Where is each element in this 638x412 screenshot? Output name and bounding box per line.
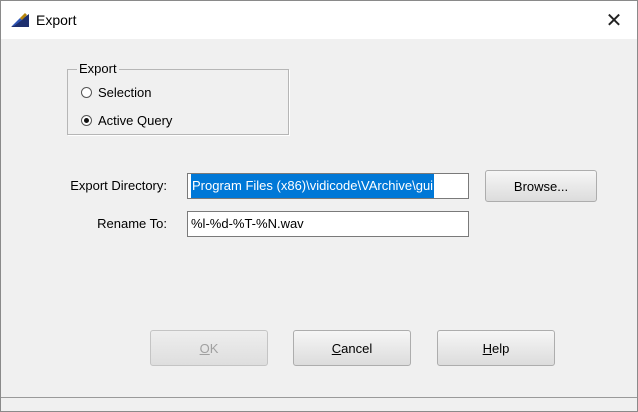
rename-to-label: Rename To: bbox=[97, 216, 167, 231]
rename-to-value: %l-%d-%T-%N.wav bbox=[191, 216, 304, 231]
rename-to-field[interactable]: %l-%d-%T-%N.wav bbox=[187, 211, 469, 237]
export-dialog: Export ✕ Export Selection Active Query E… bbox=[0, 0, 638, 412]
ok-rest: K bbox=[209, 340, 219, 356]
radio-active-query-indicator[interactable] bbox=[81, 115, 92, 126]
close-icon: ✕ bbox=[605, 9, 623, 32]
help-rest: elp bbox=[492, 340, 510, 356]
app-logo-icon bbox=[11, 13, 29, 27]
export-directory-label: Export Directory: bbox=[70, 178, 167, 193]
radio-selection[interactable]: Selection bbox=[81, 85, 151, 100]
help-accel: H bbox=[482, 340, 493, 356]
cancel-button[interactable]: Cancel bbox=[293, 330, 411, 366]
browse-button-label: Browse... bbox=[513, 178, 569, 194]
ok-accel: O bbox=[199, 340, 210, 356]
export-directory-value: Program Files (x86)\vidicode\VArchive\gu… bbox=[191, 174, 435, 198]
cancel-rest: ancel bbox=[341, 340, 373, 356]
help-button[interactable]: Help bbox=[437, 330, 555, 366]
export-directory-field[interactable]: Program Files (x86)\vidicode\VArchive\gu… bbox=[187, 173, 469, 199]
radio-selection-indicator[interactable] bbox=[81, 87, 92, 98]
ok-button[interactable]: OK bbox=[150, 330, 268, 366]
export-group-legend: Export bbox=[77, 61, 119, 76]
window-title: Export bbox=[36, 12, 77, 28]
radio-selection-label: Selection bbox=[98, 85, 152, 100]
browse-button[interactable]: Browse... bbox=[485, 170, 597, 202]
cancel-accel: C bbox=[331, 340, 342, 356]
title-bar: Export ✕ bbox=[1, 1, 637, 39]
close-button[interactable]: ✕ bbox=[591, 1, 637, 39]
radio-active-query[interactable]: Active Query bbox=[81, 113, 172, 128]
radio-active-query-label: Active Query bbox=[98, 113, 173, 128]
status-bar bbox=[1, 397, 637, 411]
